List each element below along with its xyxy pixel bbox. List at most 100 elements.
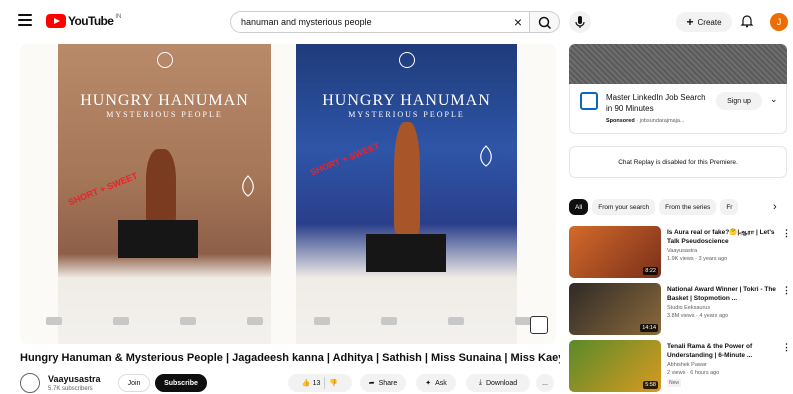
signup-button[interactable]: Sign up [716, 92, 762, 110]
video-title[interactable]: Tenali Rama & the Power of Understanding… [667, 342, 777, 360]
chip-truncated[interactable]: Fr [720, 199, 739, 215]
ask-label: Ask [435, 379, 447, 387]
subscriber-count: 5.7K subscribers [48, 386, 93, 392]
like-dislike-group: 👍 13 👎 [288, 374, 352, 392]
ask-button[interactable]: ✦ Ask [416, 374, 456, 392]
plus-icon: + [686, 15, 694, 29]
stage-box [366, 234, 446, 272]
ad-card[interactable]: Master LinkedIn Job Search in 90 Minutes… [569, 84, 787, 134]
video-duration: 14:14 [640, 324, 658, 332]
stage-box [118, 220, 198, 258]
video-title[interactable]: National Award Winner | Tokri - The Bask… [667, 285, 777, 303]
poster-left: HUNGRY HANUMAN MYSTERIOUS PEOPLE SHORT +… [58, 44, 271, 344]
download-label: Download [485, 379, 518, 387]
divider [324, 377, 326, 389]
channel-avatar[interactable] [20, 373, 40, 393]
video-thumbnail[interactable]: 8:22 [569, 226, 661, 278]
microphone-icon [575, 16, 585, 28]
sponsored-label: Sponsored [606, 118, 635, 124]
more-vert-icon[interactable]: ⋮ [782, 285, 791, 296]
chevron-right-icon[interactable]: › [773, 201, 777, 213]
ad-sponsored-line: Sponsored · jobsundarajmaja... [606, 118, 685, 124]
channel-name[interactable]: Vaayusastra [48, 374, 101, 384]
menu-icon[interactable] [18, 14, 32, 26]
poster-left-ribbon: SHORT + SWEET [66, 170, 139, 208]
subscribe-button[interactable]: Subscribe [155, 374, 207, 392]
sponsor-logos [20, 314, 556, 328]
channel-name[interactable]: Abhishek Pawar [667, 362, 707, 368]
chip-from-the-series[interactable]: From the series [659, 199, 717, 215]
sponsor-logo-icon [380, 317, 397, 325]
sponsor-logo-icon [179, 317, 196, 325]
chip-all[interactable]: All [569, 199, 589, 215]
video-player[interactable]: HUNGRY HANUMAN MYSTERIOUS PEOPLE SHORT +… [20, 44, 556, 344]
video-meta: 3.8M views · 4 years ago [667, 313, 729, 319]
channel-name[interactable]: Vaayusastra [667, 248, 697, 254]
performer-figure [146, 149, 176, 224]
search-icon [538, 16, 552, 30]
sponsor-logo-icon [112, 317, 129, 325]
new-badge: New [667, 379, 682, 387]
download-button[interactable]: ⤓ Download [466, 374, 530, 392]
notifications-bell-icon[interactable] [740, 14, 754, 28]
sponsor-logo-icon [447, 317, 464, 325]
poster-right-subtitle: MYSTERIOUS PEOPLE [348, 110, 465, 119]
channel-name[interactable]: Studio Eeksaurus [667, 305, 710, 311]
video-title[interactable]: Is Aura real or fake?🤔|ஆரா | Let's Talk … [667, 228, 777, 246]
share-arrow-icon: ➦ [368, 380, 375, 387]
channel-row: Vaayusastra 5.7K subscribers Join Subscr… [20, 372, 560, 394]
create-label: Create [697, 17, 722, 27]
join-button[interactable]: Join [118, 374, 150, 392]
youtube-play-icon [46, 14, 66, 28]
channel-watermark-icon[interactable] [530, 316, 548, 334]
share-button[interactable]: ➦ Share [360, 374, 406, 392]
poster-right-title: HUNGRY HANUMAN [322, 92, 491, 109]
lotus-icon [242, 175, 254, 197]
linkedin-logo-icon [580, 92, 598, 110]
account-avatar[interactable]: J [770, 13, 788, 31]
video-meta: 1.9K views · 3 years ago [667, 256, 728, 262]
organization-emblem-icon [156, 52, 173, 68]
poster-left-title: HUNGRY HANUMAN [80, 92, 249, 109]
like-button[interactable]: 👍 13 [302, 379, 320, 387]
list-item[interactable]: 8:22 Is Aura real or fake?🤔|ஆரா | Let's … [569, 226, 791, 278]
chat-replay-notice: Chat Replay is disabled for this Premier… [569, 146, 787, 178]
youtube-logo[interactable]: YouTube IN [46, 13, 121, 29]
like-count: 13 [312, 380, 321, 387]
video-duration: 8:22 [643, 267, 658, 275]
video-duration: 5:58 [643, 381, 658, 389]
ad-url: · jobsundarajmaja... [636, 118, 685, 124]
download-icon: ⤓ [478, 379, 482, 386]
ad-title[interactable]: Master LinkedIn Job Search in 90 Minutes [606, 92, 706, 114]
more-vert-icon[interactable]: ⋮ [782, 342, 791, 353]
sponsor-logo-icon [514, 317, 531, 325]
poster-right: HUNGRY HANUMAN MYSTERIOUS PEOPLE SHORT +… [296, 44, 517, 344]
chip-from-your-search[interactable]: From your search [592, 199, 656, 215]
organization-emblem-icon [398, 52, 415, 68]
search-box[interactable]: hanuman and mysterious people × [230, 11, 530, 33]
create-button[interactable]: + Create [676, 12, 732, 32]
clear-icon[interactable]: × [507, 14, 529, 30]
more-actions-button[interactable]: ... [536, 374, 554, 392]
thumbs-up-icon: 👍 [301, 380, 311, 387]
thumbs-down-icon[interactable]: 👎 [329, 379, 338, 387]
voice-search-button[interactable] [569, 11, 591, 33]
ad-banner-image[interactable] [569, 44, 787, 84]
video-title: Hungry Hanuman & Mysterious People | Jag… [20, 352, 560, 364]
video-thumbnail[interactable]: 14:14 [569, 283, 661, 335]
top-bar: YouTube IN hanuman and mysterious people… [0, 0, 793, 44]
list-item[interactable]: 5:58 Tenali Rama & the Power of Understa… [569, 340, 791, 392]
share-label: Share [378, 379, 398, 387]
chevron-down-icon[interactable]: ⌄ [770, 94, 778, 105]
lotus-icon [480, 145, 492, 167]
logo-text: YouTube [68, 14, 114, 28]
poster-left-subtitle: MYSTERIOUS PEOPLE [106, 110, 223, 119]
poster-right-ribbon: SHORT + SWEET [308, 140, 381, 178]
search-input[interactable]: hanuman and mysterious people [241, 17, 507, 27]
video-thumbnail[interactable]: 5:58 [569, 340, 661, 392]
sponsor-logo-icon [313, 317, 330, 325]
search-button[interactable] [530, 11, 560, 33]
list-item[interactable]: 14:14 National Award Winner | Tokri - Th… [569, 283, 791, 335]
more-vert-icon[interactable]: ⋮ [782, 228, 791, 239]
sponsor-logo-icon [45, 317, 62, 325]
